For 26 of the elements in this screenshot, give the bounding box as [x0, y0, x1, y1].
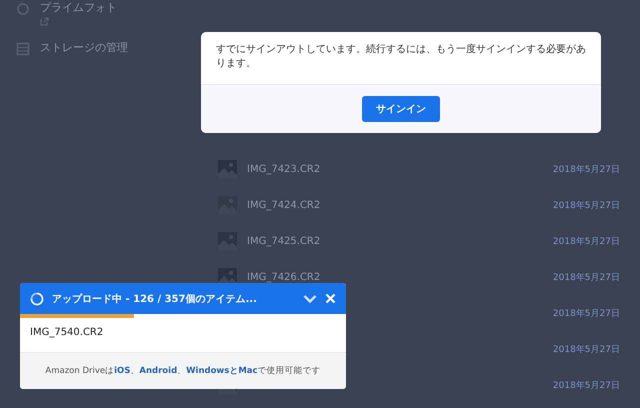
- file-date: 2018年5月27日: [552, 200, 620, 212]
- current-file: IMG_7540.CR2: [29, 326, 104, 340]
- file-name[interactable]: IMG_7423.CR2: [247, 164, 543, 174]
- upload-title: アップロード中 - 126 / 357個のアイテム...: [52, 292, 258, 306]
- file-name[interactable]: IMG_7424.CR2: [247, 200, 543, 210]
- platform-link[interactable]: iOS: [114, 366, 130, 376]
- availability-note: Amazon DriveはiOS、Android、WindowsとMacで使用可能です: [45, 365, 321, 377]
- signin-button[interactable]: サインイン: [362, 96, 440, 122]
- collapse-button[interactable]: [303, 294, 317, 304]
- file-date: 2018年5月27日: [552, 308, 620, 320]
- file-date: 2018年5月27日: [552, 164, 620, 176]
- dialog-message: すでにサインアウトしています。続行するには、もう一度サインインする必要があります。: [215, 42, 587, 71]
- file-date: 2018年5月27日: [552, 236, 620, 248]
- file-date: 2018年5月27日: [552, 380, 620, 392]
- file-date: 2018年5月27日: [552, 344, 620, 356]
- platform-link[interactable]: Android: [139, 366, 178, 376]
- file-name[interactable]: IMG_7426.CR2: [247, 272, 543, 282]
- storage-icon: [16, 42, 30, 56]
- file-date: 2018年5月27日: [552, 272, 620, 284]
- spinner-icon: [30, 292, 44, 306]
- sidebar-item[interactable]: ストレージの管理: [40, 40, 128, 55]
- platform-link[interactable]: WindowsとMac: [186, 366, 258, 376]
- file-name[interactable]: IMG_7425.CR2: [247, 236, 543, 246]
- close-button[interactable]: [325, 293, 336, 304]
- sidebar-item[interactable]: プライムフォト: [40, 0, 117, 15]
- photo-icon: [16, 2, 30, 16]
